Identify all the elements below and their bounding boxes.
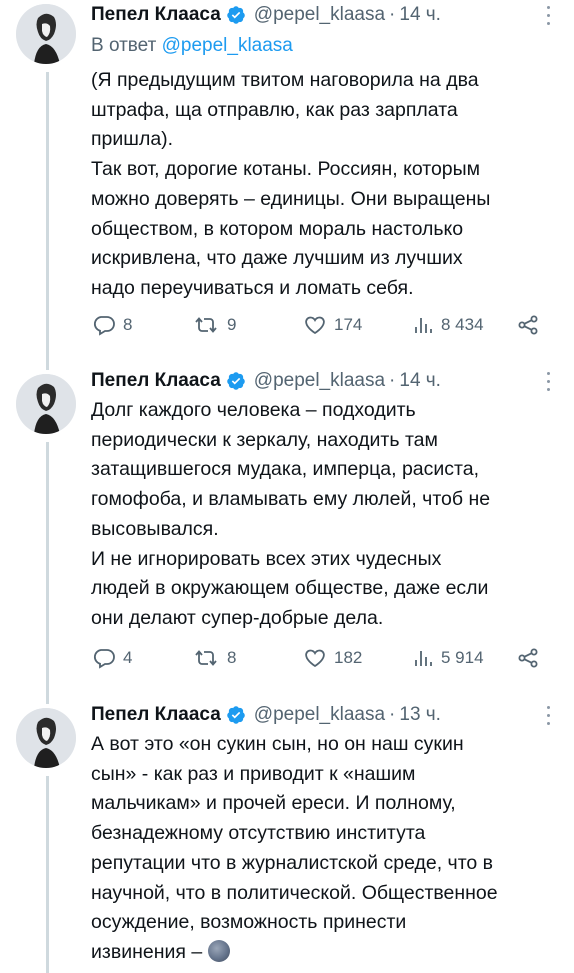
timestamp[interactable]: 14 ч. [399, 4, 441, 26]
retweet-icon [195, 650, 217, 666]
reply-icon [93, 649, 115, 669]
tweet-text-line: затащившегося мудака, имперца, расиста, [91, 458, 480, 481]
author-name[interactable]: Пепел Клааса [91, 370, 221, 392]
action-bar: 4 8 182 5 914 [91, 646, 551, 672]
views-chart-icon [415, 318, 432, 333]
timestamp[interactable]: 13 ч. [399, 704, 441, 726]
separator: · [389, 4, 396, 25]
thread-line [46, 442, 49, 692]
tweet-text-line: высовывался. [91, 517, 219, 540]
view-count: 8 434 [441, 315, 484, 334]
reply-count: 4 [123, 648, 133, 667]
like-count: 182 [334, 648, 363, 667]
retweet-count: 8 [227, 648, 237, 667]
like-button[interactable]: 174 [302, 313, 362, 337]
tweet-text-line: Так вот, дорогие котаны. Россиян, которы… [91, 158, 481, 181]
tweet-text-line: И не игнорировать всех этих чудесных [91, 547, 442, 570]
reply-button[interactable]: 8 [91, 313, 132, 337]
action-bar: 8 9 174 8 434 [91, 313, 551, 339]
thread-line [46, 72, 49, 362]
author-handle[interactable]: @pepel_klaasa [254, 4, 385, 26]
heart-icon [305, 649, 325, 668]
share-icon [518, 648, 538, 668]
tweet-text-line: сын» - как раз и приводит к «нашим [91, 762, 416, 785]
tweet-text-line: они делают супер-добрые дела. [91, 606, 384, 629]
thread-line [46, 776, 49, 973]
reply-count: 8 [123, 315, 133, 334]
author-handle[interactable]: @pepel_klaasa [254, 704, 385, 726]
tweet-text-line: мальчикам» и прочей ереси. И полному, [91, 792, 456, 815]
tweet-text-line: искривлена, что даже лучшим из лучших [91, 247, 463, 270]
share-icon [518, 315, 538, 335]
verified-badge-icon [227, 6, 245, 24]
tweet-text-line-last: извинения – [91, 938, 557, 968]
reply-context: В ответ @pepel_klaasa [91, 35, 293, 57]
avatar[interactable] [16, 708, 76, 768]
tweet-text-line: (Я предыдущим твитом наговорила на два [91, 69, 479, 91]
timestamp[interactable]: 14 ч. [399, 370, 441, 392]
tweet-text-line: обществом, в котором мораль настолько [91, 217, 464, 240]
tweet-text-line: штрафа, ща отправлю, как раз зарплата [91, 98, 458, 121]
retweet-icon [195, 317, 217, 333]
tweet-text-line: репутации что в журналистской среде, что… [91, 851, 494, 874]
separator: · [389, 370, 396, 391]
tweet-text-line: пришла). [91, 128, 174, 151]
more-options-icon[interactable] [546, 6, 552, 28]
reply-icon [93, 316, 115, 336]
tweet-text-line: периодически к зеркалу, находить там [91, 428, 438, 451]
retweet-button[interactable]: 9 [191, 313, 236, 337]
thread-line [46, 362, 49, 370]
retweet-button[interactable]: 8 [191, 646, 236, 670]
like-count: 174 [334, 315, 363, 334]
new-moon-face-icon [207, 939, 230, 962]
more-options-icon[interactable] [546, 372, 552, 394]
reply-prefix: В ответ [91, 35, 157, 56]
more-options-icon[interactable] [546, 706, 552, 728]
views-button[interactable]: 5 914 [411, 646, 484, 670]
tweet-2[interactable]: Пепел Клааса @pepel_klaasa · 14 ч. Долг … [0, 362, 574, 692]
reply-button[interactable]: 4 [91, 646, 132, 670]
thread-line [46, 692, 49, 704]
retweet-count: 9 [227, 315, 237, 334]
tweet-text-line: осуждение, возможность принести [91, 911, 407, 934]
tweet-text: Долг каждого человека – подходить период… [91, 396, 557, 634]
avatar-portrait-icon [16, 708, 76, 768]
tweet-text-line: Долг каждого человека – подходить [91, 399, 416, 421]
tweet-text-line: надо переучиваться и ломать себя. [91, 276, 414, 299]
tweet-text-line: безнадежному отсутствию института [91, 822, 426, 845]
tweet-text: А вот это «он сукин сын, но он наш сукин… [91, 730, 557, 968]
verified-badge-icon [227, 706, 245, 724]
separator: · [389, 704, 396, 725]
tweet-text-line: извинения – [91, 940, 203, 963]
verified-badge-icon [227, 372, 245, 390]
tweet-text-line: гомофоба, и вламывать ему люлей, чтоб не [91, 488, 491, 511]
like-button[interactable]: 182 [302, 646, 362, 670]
tweet-header: Пепел Клааса @pepel_klaasa · 13 ч. [91, 702, 441, 728]
views-chart-icon [415, 651, 432, 666]
author-name[interactable]: Пепел Клааса [91, 4, 221, 26]
share-button[interactable] [515, 646, 547, 670]
avatar-portrait-icon [16, 374, 76, 434]
views-button[interactable]: 8 434 [411, 313, 484, 337]
tweet-text: (Я предыдущим твитом наговорила на два ш… [91, 66, 557, 304]
reply-handle-link[interactable]: @pepel_klaasa [162, 35, 293, 56]
author-name[interactable]: Пепел Клааса [91, 704, 221, 726]
tweet-3[interactable]: Пепел Клааса @pepel_klaasa · 13 ч. А вот… [0, 692, 574, 973]
share-button[interactable] [515, 313, 547, 337]
view-count: 5 914 [441, 648, 484, 667]
tweet-text-line: можно доверять – единицы. Они выращены [91, 187, 491, 210]
avatar[interactable] [16, 374, 76, 434]
tweet-header: Пепел Клааса @pepel_klaasa · 14 ч. [91, 368, 441, 394]
author-handle[interactable]: @pepel_klaasa [254, 370, 385, 392]
tweet-header: Пепел Клааса @pepel_klaasa · 14 ч. [91, 2, 441, 28]
tweet-text-line: А вот это «он сукин сын, но он наш сукин [91, 733, 464, 755]
avatar-portrait-icon [16, 4, 76, 64]
avatar[interactable] [16, 4, 76, 64]
tweet-text-line: научной, что в политической. Общественно… [91, 881, 498, 904]
tweet-text-line: людей в окружающем обществе, даже если [91, 577, 489, 600]
heart-icon [305, 316, 325, 335]
tweet-1[interactable]: Пепел Клааса @pepel_klaasa · 14 ч. В отв… [0, 0, 574, 362]
